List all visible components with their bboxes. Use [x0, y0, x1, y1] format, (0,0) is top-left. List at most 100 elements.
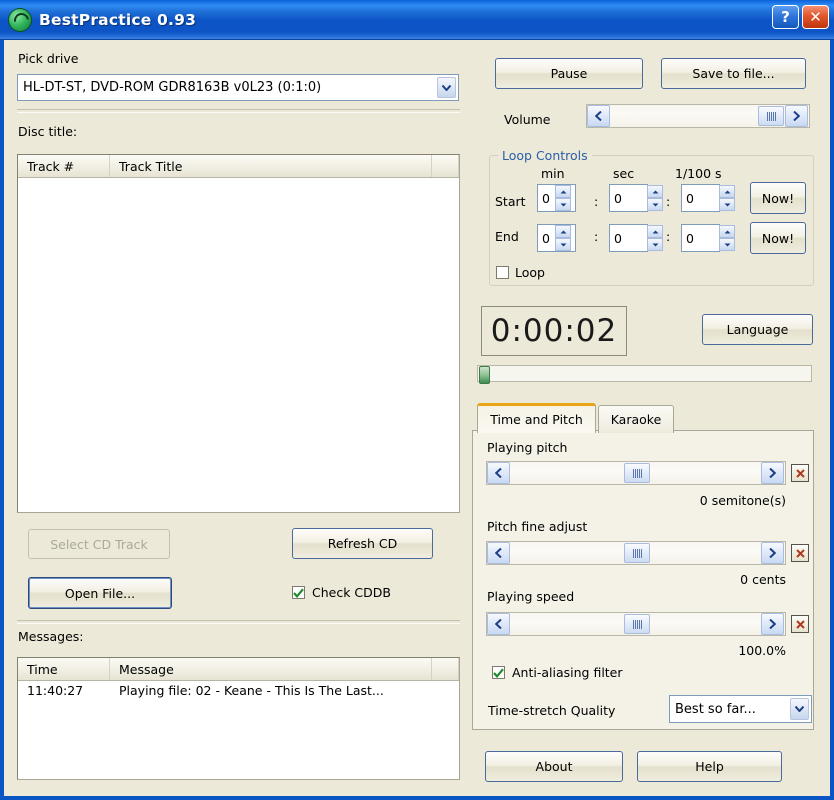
messages-label: Messages:: [18, 629, 84, 644]
grip-icon: [632, 619, 642, 629]
pitch-fine-adjust-slider[interactable]: [486, 541, 786, 565]
stepper-down-icon[interactable]: [647, 198, 663, 211]
loop-end-label: End: [495, 229, 519, 244]
checkbox-box-cddb[interactable]: [292, 586, 305, 599]
app-disc-icon: [8, 7, 32, 32]
close-button[interactable]: ✕: [802, 5, 829, 29]
loop-col-sec-label: sec: [613, 166, 635, 181]
playing-speed-slider[interactable]: [486, 612, 786, 636]
loop-start-hundredths-input[interactable]: 0: [681, 184, 720, 212]
window-title: BestPractice 0.93: [39, 10, 197, 29]
playing-speed-value: 100.0%: [738, 643, 786, 658]
save-to-file-button[interactable]: Save to file...: [661, 58, 806, 89]
tab-karaoke[interactable]: Karaoke: [598, 405, 674, 433]
loop-start-min-stepper[interactable]: [555, 185, 571, 211]
message-list-col-spacer: [432, 658, 459, 680]
position-slider[interactable]: [477, 365, 812, 384]
check-cddb-checkbox[interactable]: Check CDDB: [292, 585, 391, 600]
playing-pitch-value: 0 semitone(s): [699, 493, 786, 508]
playing-pitch-slider-thumb[interactable]: [624, 463, 650, 483]
loop-col-min-label: min: [541, 166, 565, 181]
message-list[interactable]: Time Message 11:40:27 Playing file: 02 -…: [17, 657, 460, 780]
drive-select[interactable]: HL-DT-ST, DVD-ROM GDR8163B v0L23 (0:1:0): [17, 74, 459, 101]
track-list-header: Track # Track Title: [18, 155, 459, 178]
loop-start-sec-input[interactable]: 0: [609, 184, 648, 212]
loop-end-sec-input[interactable]: 0: [609, 224, 648, 252]
loop-end-hundredths-input[interactable]: 0: [681, 224, 720, 252]
pitch-fine-adjust-reset-button[interactable]: [791, 544, 809, 562]
help-titlebar-button[interactable]: ?: [772, 5, 799, 29]
playing-pitch-decrease-arrow-icon[interactable]: [487, 462, 510, 484]
loop-start-label: Start: [495, 194, 526, 209]
track-list-col-track-title[interactable]: Track Title: [110, 155, 432, 177]
pick-drive-label: Pick drive: [18, 51, 79, 66]
loop-start-sec-stepper[interactable]: [647, 185, 663, 211]
pitch-fine-adjust-label: Pitch fine adjust: [487, 519, 588, 534]
playing-speed-increase-arrow-icon[interactable]: [761, 613, 784, 635]
loop-end-hundredths-stepper[interactable]: [719, 225, 735, 251]
message-list-row[interactable]: 11:40:27 Playing file: 02 - Keane - This…: [18, 681, 459, 700]
loop-col-hundredths-label: 1/100 s: [675, 166, 722, 181]
loop-end-colon-1: :: [594, 229, 599, 244]
volume-increase-arrow-icon[interactable]: [785, 105, 808, 127]
playing-speed-reset-button[interactable]: [791, 615, 809, 633]
volume-decrease-arrow-icon[interactable]: [587, 105, 610, 127]
open-file-button[interactable]: Open File...: [28, 577, 172, 609]
volume-slider[interactable]: [586, 104, 810, 128]
playing-pitch-label: Playing pitch: [487, 440, 568, 455]
stepper-down-icon[interactable]: [647, 238, 663, 251]
track-list-col-track-number[interactable]: Track #: [18, 155, 110, 177]
loop-end-min-stepper[interactable]: [555, 225, 571, 251]
refresh-cd-button[interactable]: Refresh CD: [292, 528, 433, 559]
stepper-down-icon[interactable]: [555, 238, 571, 251]
playing-pitch-reset-button[interactable]: [791, 464, 809, 482]
stepper-down-icon[interactable]: [719, 238, 735, 251]
anti-aliasing-checkbox[interactable]: Anti-aliasing filter: [492, 665, 623, 680]
pitch-fine-increase-arrow-icon[interactable]: [761, 542, 784, 564]
pitch-fine-adjust-slider-thumb[interactable]: [624, 543, 650, 563]
drive-select-value: HL-DT-ST, DVD-ROM GDR8163B v0L23 (0:1:0): [23, 80, 322, 95]
language-button[interactable]: Language: [702, 314, 813, 345]
divider-messages: [17, 620, 460, 624]
loop-checkbox[interactable]: Loop: [496, 265, 545, 280]
loop-start-hundredths-stepper[interactable]: [719, 185, 735, 211]
message-row-text: Playing file: 02 - Keane - This Is The L…: [119, 683, 384, 698]
loop-end-sec-stepper[interactable]: [647, 225, 663, 251]
stepper-up-icon[interactable]: [647, 225, 663, 238]
stepper-up-icon[interactable]: [555, 225, 571, 238]
position-slider-thumb[interactable]: [479, 366, 490, 384]
chevron-down-icon[interactable]: [790, 698, 809, 720]
loop-start-now-button[interactable]: Now!: [750, 182, 806, 214]
checkbox-box-loop[interactable]: [496, 266, 509, 279]
pause-button[interactable]: Pause: [495, 58, 643, 89]
stepper-up-icon[interactable]: [647, 185, 663, 198]
stepper-down-icon[interactable]: [555, 198, 571, 211]
about-button[interactable]: About: [485, 751, 623, 782]
loop-controls-title: Loop Controls: [498, 148, 592, 163]
playing-pitch-increase-arrow-icon[interactable]: [761, 462, 784, 484]
stepper-up-icon[interactable]: [555, 185, 571, 198]
time-stretch-quality-select[interactable]: Best so far...: [669, 695, 812, 723]
stepper-up-icon[interactable]: [719, 185, 735, 198]
tab-time-and-pitch[interactable]: Time and Pitch: [477, 403, 596, 433]
volume-slider-thumb[interactable]: [758, 106, 784, 126]
loop-end-now-button[interactable]: Now!: [750, 222, 806, 254]
chevron-down-icon[interactable]: [437, 77, 456, 98]
select-cd-track-button[interactable]: Select CD Track: [28, 529, 170, 559]
help-button[interactable]: Help: [637, 751, 782, 782]
message-list-col-message[interactable]: Message: [110, 658, 432, 680]
message-list-col-time[interactable]: Time: [18, 658, 110, 680]
check-cddb-label: Check CDDB: [312, 585, 391, 600]
loop-start-colon-2: :: [666, 194, 671, 209]
title-bar: BestPractice 0.93 ? ✕: [0, 0, 834, 40]
stepper-up-icon[interactable]: [719, 225, 735, 238]
playing-speed-decrease-arrow-icon[interactable]: [487, 613, 510, 635]
checkbox-box-anti-aliasing[interactable]: [492, 666, 505, 679]
loop-checkbox-label: Loop: [515, 265, 545, 280]
stepper-down-icon[interactable]: [719, 198, 735, 211]
playing-speed-slider-thumb[interactable]: [624, 614, 650, 634]
pitch-fine-decrease-arrow-icon[interactable]: [487, 542, 510, 564]
track-list[interactable]: Track # Track Title: [17, 154, 460, 513]
playing-pitch-slider[interactable]: [486, 461, 786, 485]
grip-icon: [632, 548, 642, 558]
